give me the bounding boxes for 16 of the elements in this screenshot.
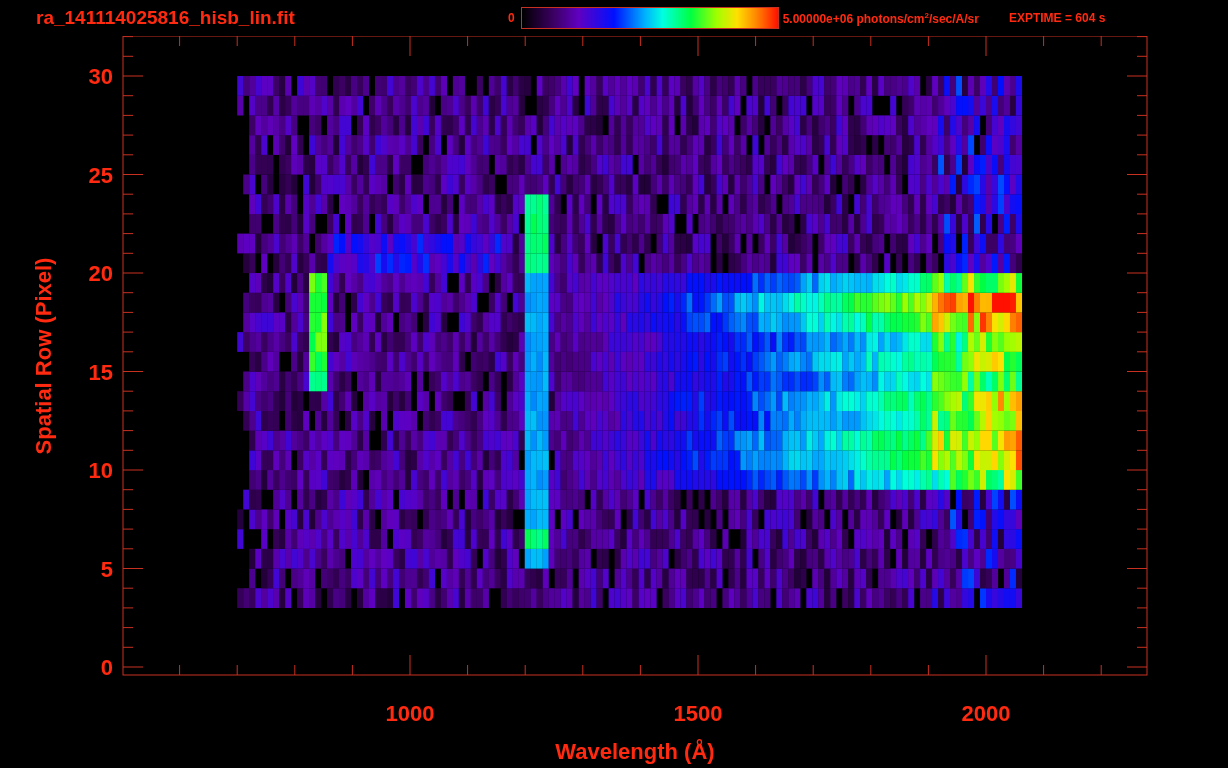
y-tick-label: 30 (88, 64, 113, 89)
colorbar-max-label: 5.00000e+06 photons/cm$^{2}$/sec/A/sr (782, 10, 979, 26)
file-title: ra_141114025816_hisb_lin.fit (36, 7, 296, 29)
x-tick-label: 1500 (673, 701, 723, 726)
y-tick-label: 5 (100, 556, 113, 582)
y-tick-label: 20 (88, 261, 113, 286)
colorbar-min-label: 0 (508, 11, 515, 25)
y-tick-label: 15 (88, 359, 113, 385)
x-axis-label: Wavelength (Å) (555, 739, 715, 764)
y-tick-label: 10 (88, 458, 113, 483)
y-tick-label: 25 (88, 162, 113, 188)
x-tick-label: 1000 (385, 701, 435, 726)
y-tick-label: 0 (100, 655, 113, 680)
exposure-time: EXPTIME = 604 s (1008, 11, 1106, 25)
y-axis-label: Spatial Row (Pixel) (31, 257, 56, 455)
x-tick-label: 2000 (961, 701, 1011, 726)
